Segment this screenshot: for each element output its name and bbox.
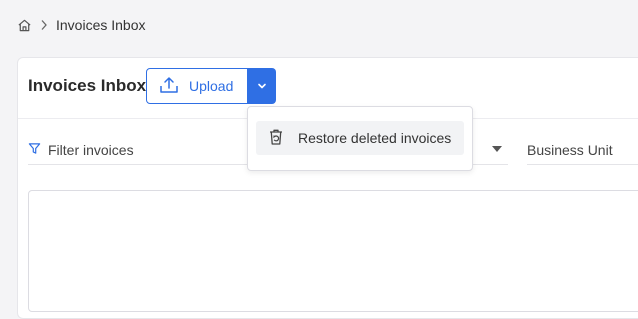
invoice-list-panel (28, 190, 638, 312)
business-unit-underline (527, 164, 638, 165)
breadcrumb-current: Invoices Inbox (56, 17, 146, 33)
filter-invoices-input[interactable]: Filter invoices (28, 142, 134, 158)
chevron-right-icon (40, 19, 48, 31)
breadcrumb: Invoices Inbox (17, 17, 146, 33)
home-icon[interactable] (17, 18, 32, 33)
upload-options-menu: Restore deleted invoices (247, 106, 473, 171)
filter-icon (28, 142, 41, 158)
upload-button[interactable]: Upload (146, 68, 248, 104)
chevron-down-icon (257, 77, 267, 95)
upload-options-toggle[interactable] (248, 68, 276, 104)
business-unit-select[interactable]: Business Unit (527, 142, 613, 158)
menu-item-label: Restore deleted invoices (298, 130, 452, 146)
page-title: Invoices Inbox (28, 76, 147, 95)
upload-icon (159, 76, 179, 97)
filter-dropdown-caret-icon[interactable] (492, 146, 502, 152)
menu-item-restore-deleted-invoices[interactable]: Restore deleted invoices (256, 121, 464, 155)
filter-placeholder: Filter invoices (48, 142, 134, 158)
trash-restore-icon (268, 128, 284, 149)
upload-label: Upload (189, 78, 234, 94)
